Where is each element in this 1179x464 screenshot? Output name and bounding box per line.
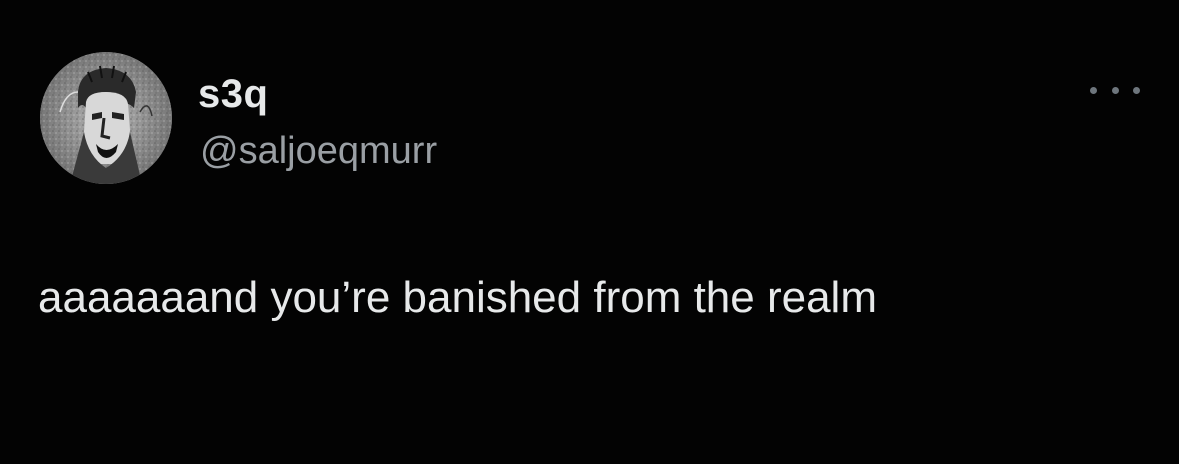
- more-dot: [1090, 86, 1097, 94]
- avatar-portrait-icon: [40, 52, 172, 184]
- tweet-text: aaaaaaand you’re banished from the realm: [38, 273, 877, 322]
- more-dot: [1133, 86, 1140, 94]
- avatar[interactable]: [40, 52, 172, 184]
- tweet-card: s3q @saljoeqmurr aaaaaaand you’re banish…: [0, 0, 1179, 464]
- display-name[interactable]: s3q: [198, 70, 268, 118]
- more-options-icon[interactable]: [1090, 78, 1140, 102]
- more-dot: [1111, 86, 1119, 94]
- user-handle[interactable]: @saljoeqmurr: [200, 128, 437, 174]
